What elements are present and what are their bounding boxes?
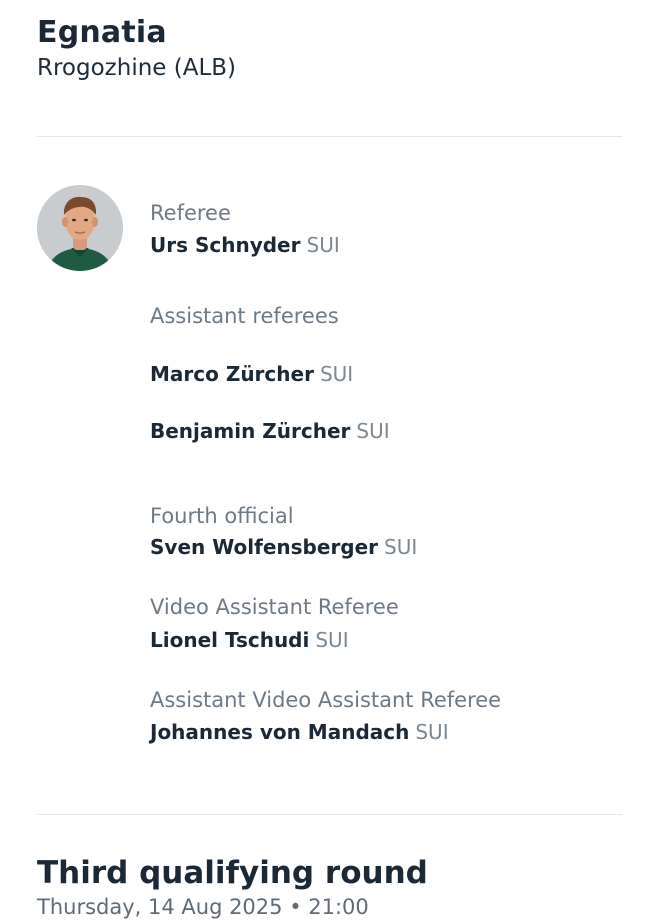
fourth-official-entry[interactable]: Sven Wolfensberger SUI bbox=[150, 533, 417, 561]
avar-name: Johannes von Mandach bbox=[150, 720, 410, 744]
var-nationality: SUI bbox=[315, 628, 349, 652]
match-datetime: Thursday, 14 Aug 2025 • 21:00 bbox=[37, 895, 369, 919]
referee-photo bbox=[37, 185, 123, 271]
assistant-referees-role-label: Assistant referees bbox=[150, 304, 339, 328]
referee-nationality: SUI bbox=[306, 233, 340, 257]
var-name: Lionel Tschudi bbox=[150, 628, 310, 652]
referee-entry[interactable]: Urs Schnyder SUI bbox=[150, 231, 340, 259]
referee-role-label: Referee bbox=[150, 201, 231, 225]
assistant-referee-entry[interactable]: Benjamin Zürcher SUI bbox=[150, 417, 390, 445]
assistant-referee-name: Marco Zürcher bbox=[150, 362, 314, 386]
var-role-label: Video Assistant Referee bbox=[150, 595, 399, 619]
assistant-referee-nationality: SUI bbox=[356, 419, 390, 443]
venue-block: Egnatia Rrogozhine (ALB) bbox=[37, 14, 627, 84]
divider bbox=[37, 814, 622, 815]
assistant-referee-entry[interactable]: Marco Zürcher SUI bbox=[150, 360, 353, 388]
avar-role-label: Assistant Video Assistant Referee bbox=[150, 688, 502, 712]
venue-city: Rrogozhine (ALB) bbox=[37, 55, 237, 81]
var-entry[interactable]: Lionel Tschudi SUI bbox=[150, 626, 349, 654]
assistant-referee-name: Benjamin Zürcher bbox=[150, 419, 351, 443]
round-block: Third qualifying round Thursday, 14 Aug … bbox=[37, 853, 627, 920]
fourth-official-role-label: Fourth official bbox=[150, 504, 294, 528]
venue-name: Egnatia bbox=[37, 15, 167, 50]
avar-entry[interactable]: Johannes von Mandach SUI bbox=[150, 718, 449, 746]
assistant-referee-nationality: SUI bbox=[319, 362, 354, 386]
fourth-official-name: Sven Wolfensberger bbox=[150, 535, 379, 559]
avar-nationality: SUI bbox=[415, 720, 449, 744]
referee-avatar[interactable] bbox=[37, 185, 123, 271]
divider bbox=[37, 136, 622, 137]
round-title: Third qualifying round bbox=[37, 855, 428, 891]
fourth-official-nationality: SUI bbox=[384, 535, 418, 559]
referee-name: Urs Schnyder bbox=[150, 233, 301, 257]
